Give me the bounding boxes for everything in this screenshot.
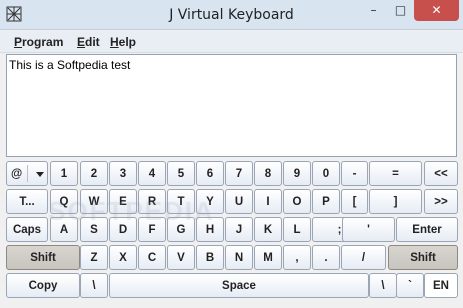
menu-edit-rest: dit — [85, 35, 100, 49]
key-k[interactable]: K — [254, 217, 282, 242]
key-r[interactable]: R — [138, 189, 166, 214]
key-m[interactable]: M — [254, 245, 282, 270]
key-backslash-1[interactable]: \ — [80, 273, 108, 298]
key-enter[interactable]: Enter — [396, 217, 458, 242]
key-2[interactable]: 2 — [80, 161, 108, 186]
symbol-combo-value: @ — [11, 167, 23, 180]
key-4[interactable]: 4 — [138, 161, 166, 186]
key-c[interactable]: C — [138, 245, 166, 270]
key-0[interactable]: 0 — [312, 161, 340, 186]
key-l[interactable]: L — [283, 217, 311, 242]
title-bar: J Virtual Keyboard – □ ✕ — [0, 0, 463, 30]
key-3[interactable]: 3 — [109, 161, 137, 186]
key-space[interactable]: Space — [109, 273, 369, 298]
key-backspace[interactable]: << — [424, 161, 458, 186]
key-forward[interactable]: >> — [424, 189, 458, 214]
close-button[interactable]: ✕ — [414, 0, 459, 21]
key-7[interactable]: 7 — [225, 161, 253, 186]
key-x[interactable]: X — [109, 245, 137, 270]
key-e[interactable]: E — [109, 189, 137, 214]
key-en[interactable]: EN — [424, 273, 458, 298]
key-o[interactable]: O — [283, 189, 311, 214]
key-s[interactable]: S — [80, 217, 108, 242]
key-caps[interactable]: Caps — [6, 217, 48, 242]
key-backtick[interactable]: ` — [396, 273, 424, 298]
menu-edit[interactable]: Edit — [77, 35, 100, 49]
combo-divider — [27, 165, 28, 182]
key-d[interactable]: D — [109, 217, 137, 242]
key-v[interactable]: V — [167, 245, 195, 270]
menu-bar: Program Edit Help — [0, 31, 463, 53]
text-area[interactable]: This is a Softpedia test — [6, 54, 457, 157]
key-a[interactable]: A — [50, 217, 78, 242]
key-shift-right[interactable]: Shift — [388, 245, 458, 270]
key-g[interactable]: G — [167, 217, 195, 242]
key-left-bracket[interactable]: [ — [341, 189, 368, 214]
key-t[interactable]: T — [167, 189, 195, 214]
maximize-button[interactable]: □ — [387, 0, 414, 21]
key-f[interactable]: F — [138, 217, 166, 242]
symbol-combo-box[interactable]: @ — [6, 161, 48, 186]
key-9[interactable]: 9 — [283, 161, 311, 186]
chevron-down-icon[interactable] — [36, 172, 44, 177]
menu-edit-accel: E — [77, 35, 86, 49]
key-j[interactable]: J — [225, 217, 253, 242]
key-quote[interactable]: ' — [342, 217, 395, 242]
key-right-bracket[interactable]: ] — [369, 189, 422, 214]
key-slash[interactable]: / — [341, 245, 386, 270]
key-h[interactable]: H — [196, 217, 224, 242]
key-z[interactable]: Z — [80, 245, 108, 270]
menu-program[interactable]: Program — [14, 35, 63, 49]
virtual-keyboard: @ 1 2 3 4 5 6 7 8 9 0- = << T... Q W E R T Y U I O P[] >> Caps A S… — [6, 161, 458, 303]
key-q[interactable]: Q — [50, 189, 78, 214]
key-minus[interactable]: - — [341, 161, 368, 186]
key-tab[interactable]: T... — [6, 189, 48, 214]
key-b[interactable]: B — [196, 245, 224, 270]
key-y[interactable]: Y — [196, 189, 224, 214]
key-i[interactable]: I — [254, 189, 282, 214]
key-5[interactable]: 5 — [167, 161, 195, 186]
menu-help-accel: H — [110, 35, 119, 49]
key-8[interactable]: 8 — [254, 161, 282, 186]
menu-help-rest: elp — [118, 35, 137, 49]
key-p[interactable]: P — [312, 189, 340, 214]
key-copy[interactable]: Copy — [6, 273, 80, 298]
key-comma[interactable]: , — [283, 245, 311, 270]
menu-program-accel: P — [14, 35, 23, 49]
key-shift-left[interactable]: Shift — [6, 245, 80, 270]
key-equals[interactable]: = — [369, 161, 422, 186]
key-w[interactable]: W — [80, 189, 108, 214]
minimize-button[interactable]: – — [360, 0, 387, 21]
menu-help[interactable]: Help — [110, 35, 136, 49]
key-n[interactable]: N — [225, 245, 253, 270]
key-1[interactable]: 1 — [50, 161, 78, 186]
key-u[interactable]: U — [225, 189, 253, 214]
menu-program-rest: rogram — [22, 35, 64, 49]
key-backslash-3[interactable]: \ — [369, 273, 397, 298]
key-period[interactable]: . — [312, 245, 340, 270]
key-6[interactable]: 6 — [196, 161, 224, 186]
